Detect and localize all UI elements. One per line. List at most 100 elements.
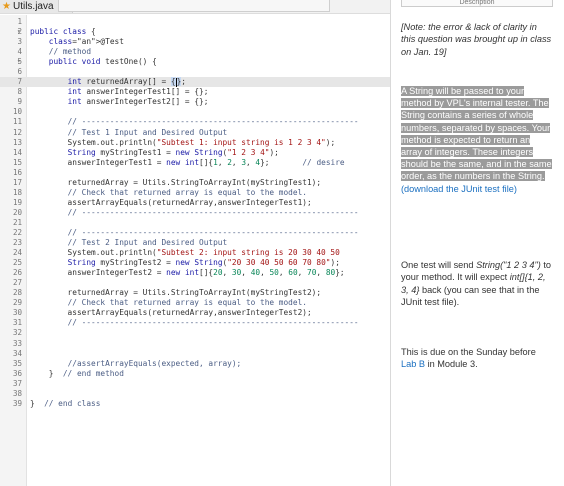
code-line[interactable]: 21: [0, 218, 390, 228]
code-text: returnedArray = Utils.StringToArrayInt(m…: [30, 288, 322, 298]
download-junit-link[interactable]: (download the JUnit test file): [401, 184, 517, 194]
modified-star-icon: ★: [2, 1, 11, 12]
line-number: 14: [12, 147, 22, 157]
file-tab-label: Utils.java: [12, 1, 54, 12]
code-line[interactable]: 3 class="an">@Test: [0, 37, 390, 47]
code-line[interactable]: 30 assertArrayEquals(returnedArray,answe…: [0, 308, 390, 318]
code-line[interactable]: 24 System.out.println("Subtest 2: input …: [0, 248, 390, 258]
code-line[interactable]: 1: [0, 17, 390, 27]
code-line[interactable]: 6: [0, 67, 390, 77]
code-text: int returnedArray[] = {};: [67, 77, 186, 87]
code-line[interactable]: 16: [0, 168, 390, 178]
example-string: String("1 2 3 4"): [476, 260, 541, 270]
code-text: answerIntegerTest2 = new int[]{20, 30, 4…: [30, 268, 345, 278]
line-number: 34: [12, 348, 22, 358]
code-line[interactable]: 4 // method: [0, 47, 390, 57]
line-number: 4: [17, 47, 22, 57]
code-line[interactable]: 12 // Test 1 Input and Desired Output: [0, 128, 390, 138]
code-line[interactable]: 25 String myStringTest2 = new String("20…: [0, 258, 390, 268]
line-number: 24: [12, 248, 22, 258]
code-line[interactable]: 39} // end class: [0, 399, 390, 409]
line-number: 12: [12, 127, 22, 137]
code-line[interactable]: 27: [0, 278, 390, 288]
example-paragraph: One test will send String("1 2 3 4") to …: [401, 259, 553, 308]
line-number: 30: [12, 308, 22, 318]
code-text: assertArrayEquals(returnedArray,answerIn…: [30, 308, 312, 318]
line-number: 23: [12, 238, 22, 248]
code-line[interactable]: 26 answerIntegerTest2 = new int[]{20, 30…: [0, 268, 390, 278]
code-text: int answerIntegerTest1[] = {};: [67, 87, 209, 97]
code-line[interactable]: 10: [0, 107, 390, 117]
code-line[interactable]: 9 int answerIntegerTest2[] = {};: [0, 97, 390, 107]
fold-arrow-icon[interactable]: ▾: [17, 27, 25, 37]
line-number: 21: [12, 217, 22, 227]
code-line[interactable]: 28 returnedArray = Utils.StringToArrayIn…: [0, 288, 390, 298]
code-line[interactable]: 13 System.out.println("Subtest 1: input …: [0, 138, 390, 148]
code-editor[interactable]: ★ Utils.java 1 2 ▾ public class {3 class="an…: [0, 0, 391, 486]
line-number: 6: [17, 67, 22, 77]
highlighted-text: A String will be passed to your method b…: [401, 86, 552, 182]
line-number: 26: [12, 268, 22, 278]
line-number: 17: [12, 177, 22, 187]
code-line[interactable]: 17 returnedArray = Utils.StringToArrayIn…: [0, 178, 390, 188]
code-line[interactable]: 18 // Check that returned array is equal…: [0, 188, 390, 198]
line-number: 20: [12, 207, 22, 217]
code-line[interactable]: 20 // ----------------------------------…: [0, 208, 390, 218]
code-line[interactable]: 23 // Test 2 Input and Desired Output: [0, 238, 390, 248]
line-number: 19: [12, 197, 22, 207]
line-number: 11: [12, 117, 22, 127]
code-line[interactable]: 8 int answerIntegerTest1[] = {};: [0, 87, 390, 97]
code-line[interactable]: 33: [0, 339, 390, 349]
line-number: 35: [12, 358, 22, 368]
line-number: 1: [17, 17, 22, 26]
code-line[interactable]: 38: [0, 389, 390, 399]
lab-b-link[interactable]: Lab B: [401, 359, 425, 369]
description-panel: Description [Note: the error & lack of c…: [391, 0, 564, 486]
line-number: 36: [12, 368, 22, 378]
code-text: // -------------------------------------…: [67, 117, 359, 127]
example-text-a: One test will send: [401, 260, 477, 270]
code-text: // -------------------------------------…: [67, 207, 359, 217]
code-text: public class {: [30, 27, 96, 37]
code-text: returnedArray = Utils.StringToArrayInt(m…: [30, 177, 322, 187]
code-text: } // end class: [30, 398, 101, 408]
code-text: // Test 2 Input and Desired Output: [67, 238, 228, 248]
line-number: 25: [12, 258, 22, 268]
code-line[interactable]: 29 // Check that returned array is equal…: [0, 298, 390, 308]
code-line[interactable]: 31 // ----------------------------------…: [0, 318, 390, 328]
code-line[interactable]: 35 //assertArrayEquals(expected, array);: [0, 359, 390, 369]
code-text: // Test 1 Input and Desired Output: [67, 127, 228, 137]
line-number: 7: [17, 77, 22, 87]
code-text: public void testOne() {: [48, 57, 157, 67]
line-number: 10: [12, 107, 22, 117]
code-line[interactable]: 32: [0, 328, 390, 338]
due-text-a: This is due on the Sunday before: [401, 347, 536, 357]
code-line[interactable]: 22 // ----------------------------------…: [0, 228, 390, 238]
code-line[interactable]: 15 answerIntegerTest1 = new int[]{1, 2, …: [0, 158, 390, 168]
code-line[interactable]: 37: [0, 379, 390, 389]
code-line[interactable]: 11 // ----------------------------------…: [0, 117, 390, 127]
description-paragraph: A String will be passed to your method b…: [401, 85, 553, 195]
code-text: int answerIntegerTest2[] = {};: [67, 97, 209, 107]
line-number: 27: [12, 278, 22, 288]
code-text: String myStringTest1 = new String("1 2 3…: [67, 147, 279, 157]
code-line[interactable]: 7 int returnedArray[] = {};: [0, 77, 390, 88]
code-line[interactable]: 5 ▾ public void testOne() {: [0, 57, 390, 67]
line-number: 29: [12, 298, 22, 308]
code-line[interactable]: 14 String myStringTest1 = new String("1 …: [0, 148, 390, 158]
code-text: answerIntegerTest1 = new int[]{1, 2, 3, …: [30, 157, 345, 167]
code-text: //assertArrayEquals(expected, array);: [67, 358, 242, 368]
code-line[interactable]: 19 assertArrayEquals(returnedArray,answe…: [0, 198, 390, 208]
code-line[interactable]: 36 } // end method: [0, 369, 390, 379]
line-number: 8: [17, 87, 22, 97]
fold-arrow-icon[interactable]: ▾: [17, 57, 25, 67]
line-number: 38: [12, 388, 22, 398]
due-text-b: in Module 3.: [425, 359, 478, 370]
line-number: 31: [12, 318, 22, 328]
code-line[interactable]: 2 ▾ public class {: [0, 27, 390, 37]
code-text: class="an">@Test: [48, 37, 124, 47]
code-text: } // end method: [30, 368, 124, 378]
line-number: 16: [12, 167, 22, 177]
line-number: 37: [12, 378, 22, 388]
code-line[interactable]: 34: [0, 349, 390, 359]
